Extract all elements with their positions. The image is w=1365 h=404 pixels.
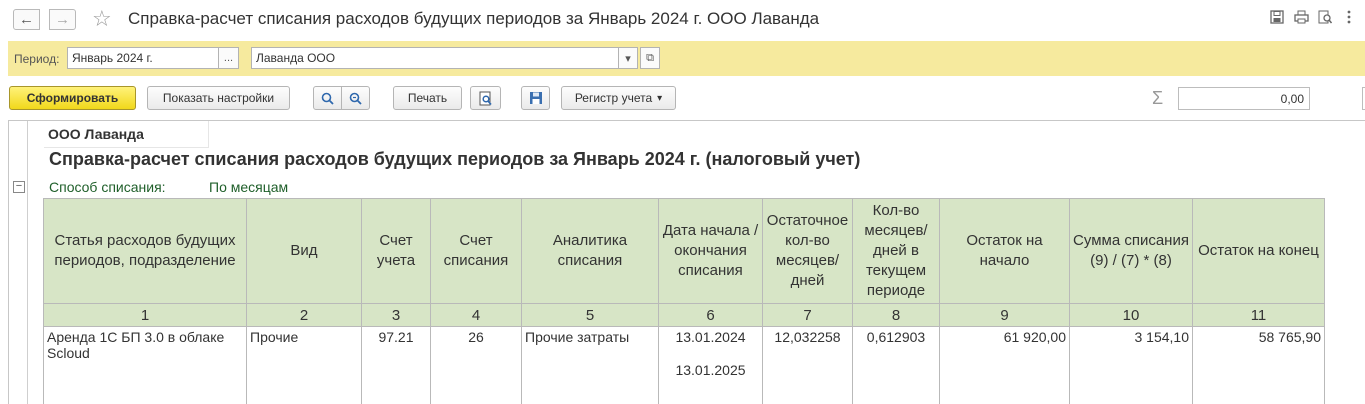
column-header: Кол-во месяцев/ дней в текущем периоде	[852, 198, 940, 304]
column-number: 2	[246, 303, 362, 327]
search-icon	[321, 92, 334, 105]
sum-field: 0,00	[1178, 87, 1310, 110]
group-gutter	[27, 121, 28, 404]
arrow-right-icon: →	[55, 11, 70, 28]
title-bar: ← → ☆ Справка-расчет списания расходов б…	[0, 0, 1365, 38]
cell-remaining[interactable]: 12,032258	[762, 326, 853, 404]
cell-current-period[interactable]: 0,612903	[852, 326, 940, 404]
forward-button[interactable]: →	[49, 9, 76, 30]
find-next-button[interactable]	[341, 86, 370, 110]
column-number: 3	[361, 303, 431, 327]
report-organization: ООО Лаванда	[48, 126, 144, 142]
parameters-bar: Период: Январь 2024 г. ... Лаванда ООО ▾…	[8, 41, 1365, 76]
column-number: 11	[1192, 303, 1325, 327]
print-button[interactable]: Печать	[393, 86, 462, 110]
print-preview-button[interactable]	[470, 86, 501, 110]
column-number: 7	[762, 303, 853, 327]
column-header: Остаток на начало	[939, 198, 1070, 304]
more-icon[interactable]	[1341, 9, 1357, 25]
collapse-group-icon[interactable]: −	[13, 181, 25, 193]
column-header: Счет учета	[361, 198, 431, 304]
cell-account[interactable]: 97.21	[361, 326, 431, 404]
register-button[interactable]: Регистр учета ▾	[561, 86, 676, 110]
column-header: Сумма списания (9) / (7) * (8)	[1069, 198, 1193, 304]
print-preview-icon	[479, 91, 492, 105]
method-label: Способ списания:	[49, 179, 166, 195]
date-start: 13.01.2024	[675, 329, 746, 345]
period-field[interactable]: Январь 2024 г.	[67, 47, 219, 69]
report-heading: Справка-расчет списания расходов будущих…	[49, 149, 861, 169]
cell-type[interactable]: Прочие	[246, 326, 362, 404]
preview-icon[interactable]	[1317, 9, 1333, 25]
search-next-icon	[349, 92, 362, 105]
cell-balance-end[interactable]: 58 765,90	[1192, 326, 1325, 404]
favorite-star-icon[interactable]: ☆	[92, 6, 112, 32]
save-report-button[interactable]	[521, 86, 550, 110]
column-number: 9	[939, 303, 1070, 327]
cell-writeoff-sum[interactable]: 3 154,10	[1069, 326, 1193, 404]
date-end: 13.01.2025	[675, 362, 746, 378]
back-button[interactable]: ←	[13, 9, 40, 30]
generate-button[interactable]: Сформировать	[9, 86, 136, 110]
cell-item[interactable]: Аренда 1С БП 3.0 в облаке Scloud	[43, 326, 247, 404]
floppy-disk-icon	[529, 92, 542, 104]
organization-open-button[interactable]: ⧉	[640, 47, 660, 69]
sigma-icon: Σ	[1152, 88, 1164, 108]
chevron-down-icon: ▾	[657, 92, 663, 104]
open-icon: ⧉	[646, 51, 654, 64]
column-number: 5	[521, 303, 659, 327]
save-icon[interactable]	[1269, 9, 1285, 25]
column-header: Остаточное кол-во месяцев/ дней	[762, 198, 853, 304]
column-number: 6	[658, 303, 763, 327]
column-header: Счет списания	[430, 198, 522, 304]
header-row: Статья расходов будущих периодов, подраз…	[43, 198, 1325, 304]
column-number: 8	[852, 303, 940, 327]
cell-analytics[interactable]: Прочие затраты	[521, 326, 659, 404]
chevron-down-icon: ▾	[625, 52, 631, 65]
period-label: Период:	[14, 52, 60, 66]
print-icon[interactable]	[1293, 9, 1309, 25]
organization-dropdown-button[interactable]: ▾	[618, 47, 638, 69]
window-title: Справка-расчет списания расходов будущих…	[128, 9, 820, 28]
report-table: Статья расходов будущих периодов, подраз…	[43, 198, 1325, 404]
cell-balance-start[interactable]: 61 920,00	[939, 326, 1070, 404]
column-header: Дата начала / окончания списания	[658, 198, 763, 304]
cell-writeoff-account[interactable]: 26	[430, 326, 522, 404]
column-number: 10	[1069, 303, 1193, 327]
cell-dates[interactable]: 13.01.2024 13.01.2025	[658, 326, 763, 404]
column-number: 1	[43, 303, 247, 327]
column-number: 4	[430, 303, 522, 327]
column-header: Вид	[246, 198, 362, 304]
find-button[interactable]	[313, 86, 342, 110]
column-header: Остаток на конец	[1192, 198, 1325, 304]
organization-field[interactable]: Лаванда ООО	[251, 47, 619, 69]
column-header: Статья расходов будущих периодов, подраз…	[43, 198, 247, 304]
report-spreadsheet[interactable]: − ООО Лаванда Справка-расчет списания ра…	[8, 120, 1365, 404]
show-settings-button[interactable]: Показать настройки	[147, 86, 290, 110]
period-select-button[interactable]: ...	[218, 47, 239, 69]
arrow-left-icon: ←	[19, 11, 34, 28]
window-actions	[1269, 9, 1357, 25]
column-number-row: 1 2 3 4 5 6 7 8 9 10 11	[43, 303, 1325, 327]
method-value: По месяцам	[209, 179, 289, 195]
table-row[interactable]: Аренда 1С БП 3.0 в облаке Scloud Прочие …	[43, 326, 1325, 404]
column-header: Аналитика списания	[521, 198, 659, 304]
register-label: Регистр учета	[574, 91, 653, 105]
